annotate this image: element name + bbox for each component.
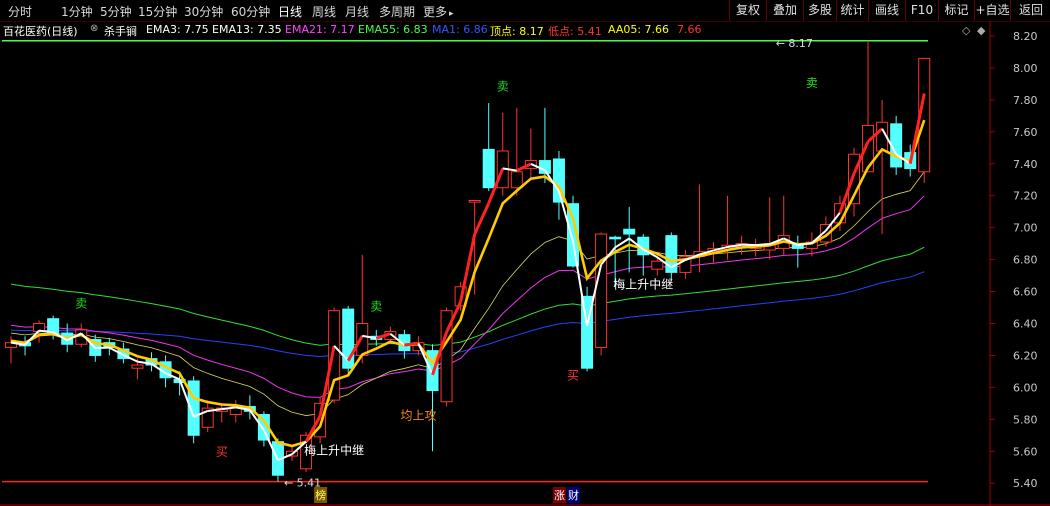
signal-label: 梅上升中继: [613, 276, 673, 291]
kline-chart[interactable]: 8.20 8.00 7.80 7.60 7.40 7.20 7.00 6.80 6.60 6.40…: [0, 21, 1050, 506]
ema3-value: EMA3: 7.75: [146, 23, 209, 36]
y-tick-label: 6.60: [1013, 286, 1038, 299]
ma1-value: MA1: 6.86: [432, 23, 488, 36]
f10-button[interactable]: F10: [905, 0, 938, 21]
period-tab-1min[interactable]: 1分钟: [61, 3, 93, 20]
period-toolbar: 分时 1分钟 5分钟 15分钟 30分钟 60分钟 日线 周线 月线 多周期 更…: [0, 0, 1050, 22]
signal-label: 卖: [75, 297, 87, 311]
period-tab-timeshare[interactable]: 分时: [8, 3, 32, 20]
adjust-button[interactable]: 复权: [729, 0, 766, 21]
period-tab-30min[interactable]: 30分钟: [184, 3, 223, 20]
candle-body: [651, 260, 664, 270]
y-tick-label: 5.60: [1013, 445, 1038, 458]
candle-body: [131, 364, 144, 369]
multi-stock-button[interactable]: 多股: [803, 0, 836, 21]
diamond-icon[interactable]: ◇: [962, 24, 970, 37]
aa05-line: [10, 119, 926, 448]
candle-body: [623, 228, 636, 235]
indicator-settings-icon[interactable]: ⊗: [90, 23, 98, 34]
ema3-line-segment: [755, 243, 770, 247]
candle-body: [356, 322, 369, 356]
y-tick-label: 7.60: [1013, 126, 1038, 139]
indicator-name: 杀手锏: [104, 25, 137, 38]
y-tick-label: 7.80: [1013, 94, 1038, 107]
candle-body: [609, 236, 622, 240]
y-tick-label: 5.80: [1013, 413, 1038, 426]
low-value: 低点: 5.41: [548, 25, 602, 38]
bottom-marker: 财: [568, 488, 579, 502]
y-tick-label: 7.40: [1013, 158, 1038, 171]
ema13-value: EMA13: 7.35: [212, 23, 282, 36]
candle-body: [510, 171, 523, 189]
period-tab-5min[interactable]: 5分钟: [100, 3, 132, 20]
signal-label: 卖: [497, 79, 509, 93]
aa05-extra-value: 7.66: [677, 23, 702, 36]
chevron-right-icon: ▸: [449, 9, 454, 19]
signal-label: 梅上升中继: [304, 442, 364, 457]
period-tab-60min[interactable]: 60分钟: [231, 3, 270, 20]
draw-line-button[interactable]: 画线: [868, 0, 905, 21]
diamond-solid-icon[interactable]: ◆: [977, 24, 985, 37]
peak-value: 顶点: 8.17: [490, 25, 544, 38]
ema21-value: EMA21: 7.17: [285, 23, 355, 36]
y-tick-label: 7.00: [1013, 222, 1038, 235]
y-tick-label: 7.20: [1013, 190, 1038, 203]
ema55-value: EMA55: 6.83: [358, 23, 428, 36]
y-tick-label: 6.40: [1013, 317, 1038, 330]
candle-body: [595, 233, 608, 348]
period-tab-more[interactable]: 更多 ▸: [423, 3, 454, 20]
y-tick-label: 8.00: [1013, 62, 1038, 75]
period-tab-weekly[interactable]: 周线: [312, 3, 336, 20]
aa05-value: AA05: 7.66: [608, 23, 670, 36]
signal-label: 买: [216, 445, 228, 459]
bottom-marker: 涨: [554, 489, 565, 502]
y-tick-label: 5.40: [1013, 477, 1038, 490]
stock-name: 百花医药(日线): [3, 25, 78, 38]
back-button[interactable]: 返回: [1010, 0, 1050, 21]
y-tick-label: 8.20: [1013, 30, 1038, 43]
ma1-line: [10, 271, 925, 358]
signal-label: 卖: [806, 76, 818, 90]
candle-body: [328, 310, 341, 401]
overlay-button[interactable]: 叠加: [766, 0, 803, 21]
statistics-button[interactable]: 统计: [836, 0, 868, 21]
candle-body: [468, 200, 481, 203]
more-label: 更多: [423, 5, 448, 19]
price-mark: ← 8.17: [776, 37, 813, 50]
period-tab-daily[interactable]: 日线: [278, 3, 302, 20]
period-tab-monthly[interactable]: 月线: [345, 3, 369, 20]
y-tick-label: 6.00: [1013, 381, 1038, 394]
period-tab-multi[interactable]: 多周期: [379, 3, 415, 20]
signal-label: 买: [567, 368, 579, 382]
ema3-line-segment: [473, 202, 491, 235]
candle-body: [482, 148, 495, 189]
mark-button[interactable]: 标记: [938, 0, 974, 21]
signal-label: 均上攻: [400, 408, 436, 422]
y-tick-label: 6.20: [1013, 349, 1038, 362]
y-tick-label: 6.80: [1013, 254, 1038, 267]
period-tab-15min[interactable]: 15分钟: [138, 3, 177, 20]
ema3-line-segment: [404, 341, 419, 347]
signal-label: 卖: [370, 300, 382, 314]
bottom-marker: 榜: [315, 488, 326, 502]
add-favorite-button[interactable]: +自选: [974, 0, 1010, 21]
indicator-info-bar: 百花医药(日线) ⊗ 杀手锏 EMA3: 7.75 EMA13: 7.35 EM…: [0, 22, 990, 38]
